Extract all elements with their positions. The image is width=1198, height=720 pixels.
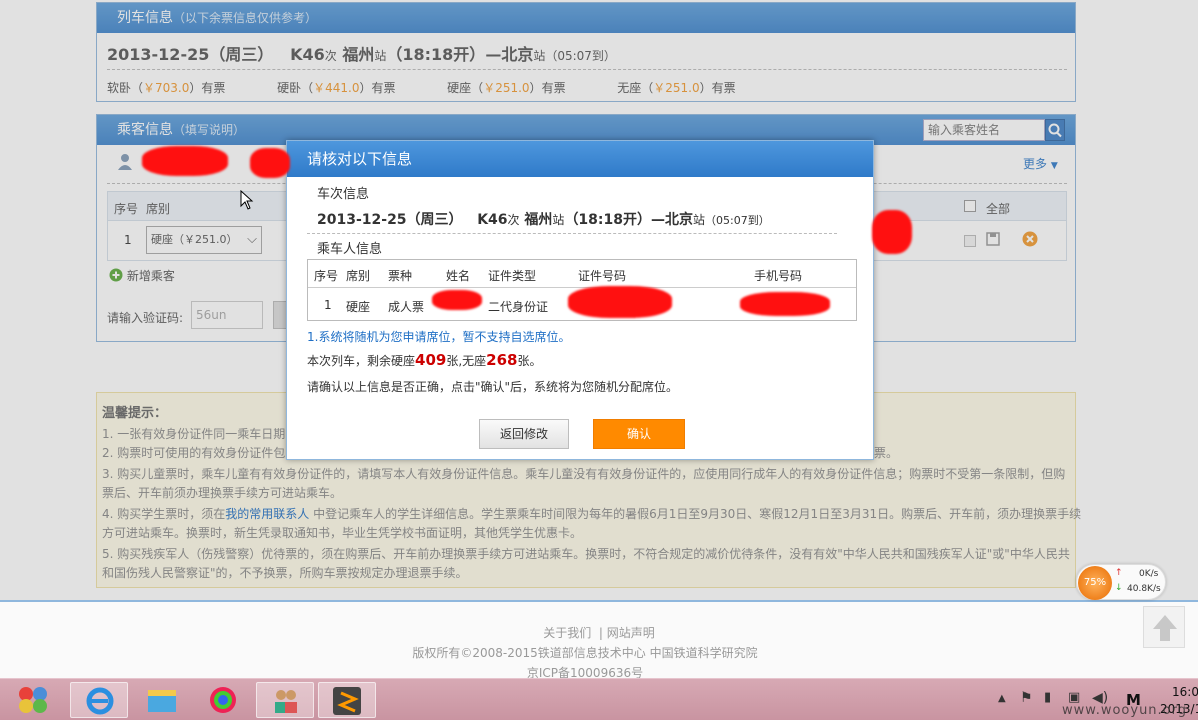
battery-icon[interactable]: ▮ xyxy=(1044,690,1051,705)
app-icon xyxy=(333,687,361,715)
down-arrow-icon: ↓ xyxy=(1115,583,1123,593)
taskbar: ▲ ⚑ ▮ ▣ ◀) M 16:0 2013/1 www.wooyun.org xyxy=(0,678,1198,720)
flag-icon[interactable]: ⚑ xyxy=(1020,690,1033,706)
remain-info: 本次列车，剩余硬座409张,无座268张。 xyxy=(307,351,542,369)
taskbar-contacts[interactable] xyxy=(256,682,314,718)
contacts-icon xyxy=(275,690,297,713)
about-link[interactable]: 关于我们 xyxy=(543,626,591,640)
folder-icon xyxy=(148,690,176,712)
dialog-route-line: 2013-12-25（周三） K46次 福州站（18:18开）—北京站（05:0… xyxy=(317,212,770,228)
start-orb-icon xyxy=(19,687,47,713)
confirm-text: 请确认以上信息是否正确，点击"确认"后，系统将为您随机分配席位。 xyxy=(307,380,679,394)
footer: 关于我们 | 网站声明 版权所有©2008-2015铁道部信息技术中心 中国铁道… xyxy=(0,600,1198,680)
train-section-label: 车次信息 xyxy=(317,187,370,202)
statement-link[interactable]: 网站声明 xyxy=(607,626,655,640)
taskbar-sublime[interactable] xyxy=(318,682,376,718)
redaction-mark xyxy=(740,292,830,316)
ie-icon xyxy=(86,687,114,715)
memory-gauge: 75% xyxy=(1078,566,1112,600)
clock-time[interactable]: 16:0 xyxy=(1172,685,1198,699)
seat-note: 1.系统将随机为您申请席位，暂不支持自选席位。 xyxy=(307,330,571,344)
redaction-mark xyxy=(250,148,290,178)
start-button[interactable] xyxy=(4,682,62,718)
taskbar-media[interactable] xyxy=(194,682,252,718)
watermark: www.wooyun.org xyxy=(1062,703,1188,718)
passenger-section-label: 乘车人信息 xyxy=(317,242,383,257)
redaction-mark xyxy=(142,146,228,176)
confirm-button[interactable]: 确认 xyxy=(593,419,685,449)
copyright: 版权所有©2008-2015铁道部信息技术中心 中国铁道科学研究院 xyxy=(412,646,758,660)
taskbar-ie[interactable] xyxy=(70,682,128,718)
taskbar-explorer[interactable] xyxy=(134,682,192,718)
redaction-mark xyxy=(432,290,482,310)
redaction-mark xyxy=(568,286,672,318)
media-player-icon xyxy=(210,687,236,713)
back-modify-button[interactable]: 返回修改 xyxy=(479,419,569,449)
mouse-cursor-icon xyxy=(240,190,254,210)
scroll-top-button[interactable] xyxy=(1143,606,1185,648)
network-speed-widget[interactable]: 75% ↑ 0K/s ↓ 40.8K/s xyxy=(1076,564,1166,600)
tray-chevron-icon[interactable]: ▲ xyxy=(998,693,1006,704)
arrow-up-icon xyxy=(1153,615,1177,641)
dialog-title: 请核对以下信息 xyxy=(287,141,873,177)
up-arrow-icon: ↑ xyxy=(1115,568,1123,578)
redaction-mark xyxy=(872,210,912,254)
